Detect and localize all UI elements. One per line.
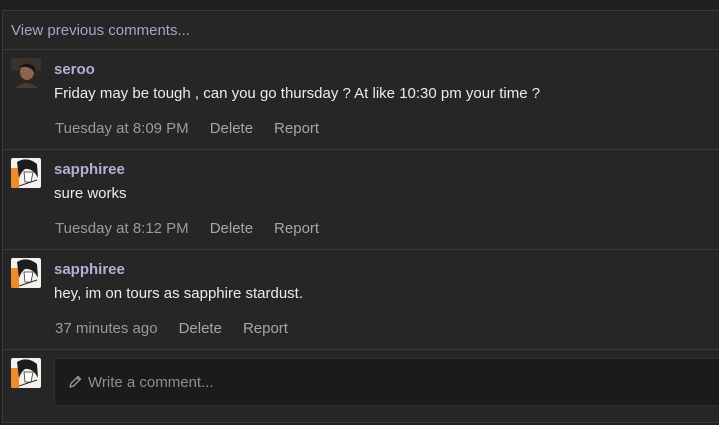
comment-meta: Tuesday at 8:12 PM Delete Report <box>55 220 319 237</box>
comment-item: sapphiree sure works Tuesday at 8:12 PM … <box>3 150 719 250</box>
comment-input[interactable]: Write a comment... <box>54 358 719 406</box>
delete-button[interactable]: Delete <box>179 320 222 337</box>
comment-text: Friday may be tough , can you go thursda… <box>54 85 541 102</box>
avatar[interactable] <box>11 58 41 88</box>
comment-meta: Tuesday at 8:09 PM Delete Report <box>55 120 319 137</box>
comment-timestamp[interactable]: 37 minutes ago <box>55 320 158 337</box>
delete-button[interactable]: Delete <box>210 120 253 137</box>
comments-panel: View previous comments... seroo Friday m… <box>2 10 719 423</box>
comment-item: seroo Friday may be tough , can you go t… <box>3 50 719 150</box>
view-previous-comments-link[interactable]: View previous comments... <box>3 11 719 50</box>
comment-item: sapphiree hey, im on tours as sapphire s… <box>3 250 719 350</box>
report-button[interactable]: Report <box>243 320 288 337</box>
delete-button[interactable]: Delete <box>210 220 253 237</box>
comment-timestamp[interactable]: Tuesday at 8:09 PM <box>55 120 189 137</box>
report-button[interactable]: Report <box>274 220 319 237</box>
avatar[interactable] <box>11 258 41 288</box>
avatar <box>11 358 41 388</box>
avatar[interactable] <box>11 158 41 188</box>
report-button[interactable]: Report <box>274 120 319 137</box>
comment-composer: Write a comment... <box>3 350 719 420</box>
comment-input-placeholder: Write a comment... <box>88 373 214 391</box>
pencil-icon <box>67 374 83 390</box>
comment-meta: 37 minutes ago Delete Report <box>55 320 288 337</box>
comment-username[interactable]: seroo <box>54 61 95 78</box>
comment-text: sure works <box>54 185 127 202</box>
comment-text: hey, im on tours as sapphire stardust. <box>54 285 304 302</box>
comment-timestamp[interactable]: Tuesday at 8:12 PM <box>55 220 189 237</box>
comment-username[interactable]: sapphiree <box>54 161 125 178</box>
comment-username[interactable]: sapphiree <box>54 261 125 278</box>
